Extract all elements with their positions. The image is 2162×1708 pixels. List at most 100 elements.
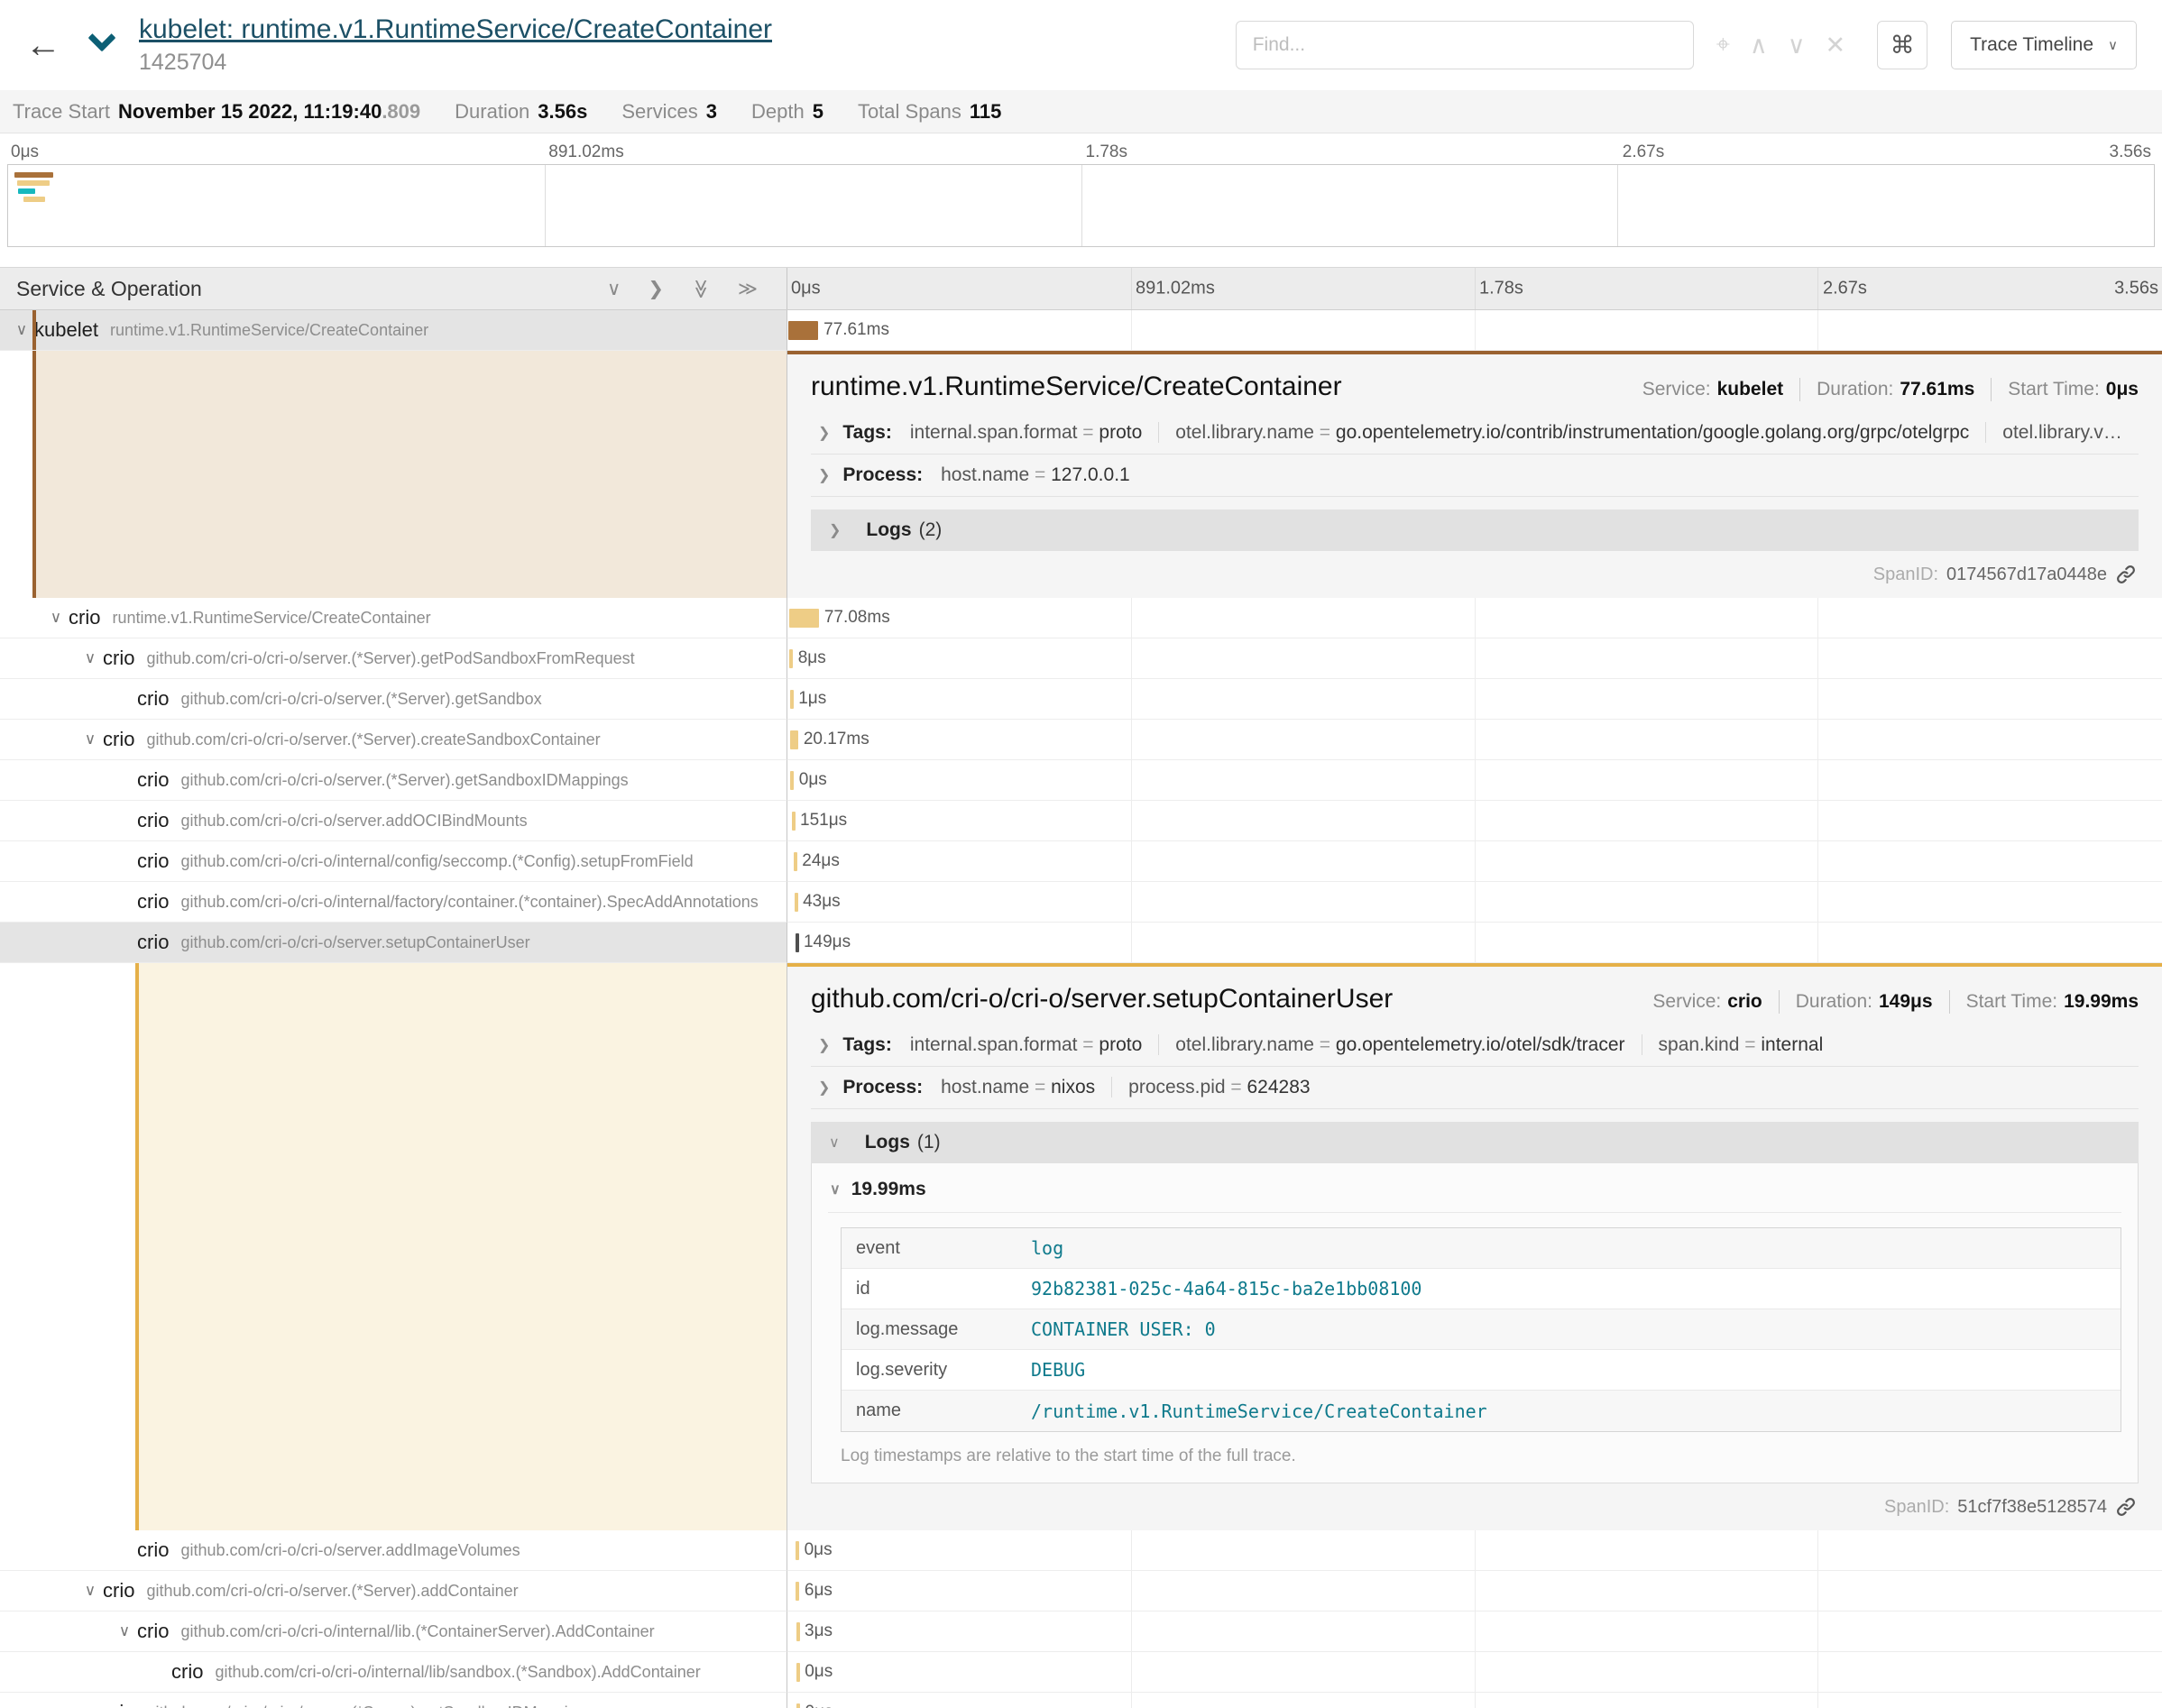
prev-result-icon[interactable]: ∧: [1740, 32, 1778, 60]
span-timeline-cell[interactable]: 0μs: [787, 760, 2162, 801]
process-row[interactable]: ❯ Process: host.name = 127.0.0.1: [811, 455, 2139, 497]
expander-chevron-icon[interactable]: ∨: [112, 1622, 137, 1640]
expand-all-icon[interactable]: ≫: [738, 280, 758, 298]
span-bar[interactable]: [789, 609, 819, 628]
span-bar[interactable]: [796, 1622, 800, 1641]
span-bar[interactable]: [790, 771, 794, 790]
span-bar[interactable]: [789, 649, 793, 668]
span-bar[interactable]: [796, 1663, 800, 1682]
span-row[interactable]: ∨ crio github.com/cri-o/cri-o/server.add…: [0, 801, 2162, 841]
span-name-cell[interactable]: ∨ crio github.com/cri-o/cri-o/internal/l…: [0, 1612, 787, 1652]
span-row[interactable]: ∨ crio runtime.v1.RuntimeService/CreateC…: [0, 598, 2162, 638]
span-name-cell[interactable]: ∨ crio github.com/cri-o/cri-o/server.add…: [0, 1530, 787, 1571]
copy-link-icon[interactable]: [2115, 564, 2137, 585]
span-timeline-cell[interactable]: 77.08ms: [787, 598, 2162, 638]
span-row[interactable]: ∨ crio github.com/cri-o/cri-o/server.(*S…: [0, 679, 2162, 720]
keyboard-shortcuts-button[interactable]: ⌘: [1877, 21, 1927, 69]
span-name-cell[interactable]: ∨ crio github.com/cri-o/cri-o/internal/f…: [0, 882, 787, 923]
tags-row[interactable]: ❯ Tags: internal.span.format = protootel…: [811, 1024, 2139, 1067]
span-name-cell[interactable]: ∨ crio runtime.v1.RuntimeService/CreateC…: [0, 598, 787, 638]
span-timeline-cell[interactable]: 43μs: [787, 882, 2162, 923]
span-row[interactable]: ∨ crio github.com/cri-o/cri-o/server.(*S…: [0, 720, 2162, 760]
span-row[interactable]: ∨ crio github.com/cri-o/cri-o/server.(*S…: [0, 638, 2162, 679]
trace-title-link[interactable]: kubelet: runtime.v1.RuntimeService/Creat…: [139, 14, 772, 46]
span-name-cell[interactable]: ∨ crio github.com/cri-o/cri-o/server.add…: [0, 801, 787, 841]
span-timeline-cell[interactable]: 1μs: [787, 679, 2162, 720]
expander-chevron-icon[interactable]: ∨: [9, 321, 34, 339]
copy-link-icon[interactable]: [2115, 1496, 2137, 1518]
expander-chevron-icon[interactable]: ∨: [78, 649, 103, 667]
expand-one-icon[interactable]: ❯: [648, 280, 664, 298]
span-timeline-cell[interactable]: 0μs: [787, 1530, 2162, 1571]
span-bar[interactable]: [788, 321, 818, 340]
collapse-one-icon[interactable]: ∨: [607, 280, 621, 298]
span-bar[interactable]: [796, 1582, 799, 1601]
span-bar[interactable]: [796, 1703, 800, 1708]
span-bar[interactable]: [790, 730, 798, 749]
back-icon[interactable]: ←: [25, 25, 61, 66]
span-bar[interactable]: [794, 852, 797, 871]
tag-item: otel.library.v…: [1985, 422, 2122, 443]
span-row[interactable]: ∨ kubelet runtime.v1.RuntimeService/Crea…: [0, 310, 2162, 351]
span-timeline-cell[interactable]: 0μs: [787, 1652, 2162, 1693]
span-name-cell[interactable]: ∨ kubelet runtime.v1.RuntimeService/Crea…: [0, 310, 787, 351]
span-name-cell[interactable]: ∨ crio github.com/cri-o/cri-o/internal/c…: [0, 841, 787, 882]
span-timeline-cell[interactable]: 77.61ms: [787, 310, 2162, 351]
service-name: crio: [137, 809, 169, 832]
minimap-canvas[interactable]: [7, 164, 2155, 247]
expander-chevron-icon[interactable]: ∨: [78, 730, 103, 748]
view-type-selector[interactable]: Trace Timeline ∨: [1951, 21, 2137, 69]
span-detail-indent-fill: [135, 963, 787, 1530]
duration-label: Duration:: [1796, 991, 1872, 1013]
clear-search-icon[interactable]: ✕: [1815, 32, 1855, 60]
span-row[interactable]: ∨ crio github.com/cri-o/cri-o/server.(*S…: [0, 1693, 2162, 1708]
span-row[interactable]: ∨ crio github.com/cri-o/cri-o/server.set…: [0, 923, 2162, 963]
span-timeline-cell[interactable]: 20.17ms: [787, 720, 2162, 760]
expander-chevron-icon[interactable]: ∨: [43, 609, 69, 627]
log-field-key: event: [842, 1238, 1022, 1259]
process-row[interactable]: ❯ Process: host.name = nixosprocess.pid …: [811, 1067, 2139, 1109]
expander-chevron-icon[interactable]: ∨: [78, 1582, 103, 1600]
chevron-right-icon: ❯: [818, 1036, 830, 1054]
span-name-cell[interactable]: ∨ crio github.com/cri-o/cri-o/server.(*S…: [0, 679, 787, 720]
span-name-cell[interactable]: ∨ crio github.com/cri-o/cri-o/server.(*S…: [0, 638, 787, 679]
span-bar[interactable]: [796, 933, 799, 952]
span-timeline-cell[interactable]: 6μs: [787, 1571, 2162, 1612]
span-timeline-cell[interactable]: 151μs: [787, 801, 2162, 841]
span-name-cell[interactable]: ∨ crio github.com/cri-o/cri-o/server.set…: [0, 923, 787, 963]
span-timeline-cell[interactable]: 3μs: [787, 1612, 2162, 1652]
span-timeline-cell[interactable]: 24μs: [787, 841, 2162, 882]
tags-row[interactable]: ❯ Tags: internal.span.format = protootel…: [811, 412, 2139, 455]
span-name-cell[interactable]: ∨ crio github.com/cri-o/cri-o/server.(*S…: [0, 720, 787, 760]
log-field-row: event log: [842, 1228, 2121, 1269]
collapse-all-icon[interactable]: ≫: [692, 279, 711, 298]
logs-accordion[interactable]: ❯ Logs (2): [811, 510, 2139, 551]
find-input[interactable]: [1236, 21, 1694, 69]
span-timeline-cell[interactable]: 149μs: [787, 923, 2162, 963]
log-entry-accordion[interactable]: ∨ 19.99ms: [828, 1167, 2121, 1213]
span-timeline-cell[interactable]: 0μs: [787, 1693, 2162, 1708]
span-name-cell[interactable]: ∨ crio github.com/cri-o/cri-o/server.(*S…: [0, 1571, 787, 1612]
next-result-icon[interactable]: ∨: [1778, 32, 1816, 60]
span-bar[interactable]: [796, 1541, 799, 1560]
span-name-cell[interactable]: ∨ crio github.com/cri-o/cri-o/server.(*S…: [0, 1693, 787, 1708]
collapse-trace-header-icon[interactable]: [87, 23, 115, 51]
span-bar[interactable]: [790, 690, 794, 709]
span-name-cell[interactable]: ∨ crio github.com/cri-o/cri-o/internal/l…: [0, 1652, 787, 1693]
span-row[interactable]: ∨ crio github.com/cri-o/cri-o/server.(*S…: [0, 1571, 2162, 1612]
span-row[interactable]: ∨ crio github.com/cri-o/cri-o/internal/l…: [0, 1652, 2162, 1693]
span-row[interactable]: ∨ crio github.com/cri-o/cri-o/internal/f…: [0, 882, 2162, 923]
span-row[interactable]: ∨ crio github.com/cri-o/cri-o/server.add…: [0, 1530, 2162, 1571]
minimap-span: [18, 188, 35, 194]
logs-accordion[interactable]: ∨ Logs (1): [811, 1122, 2139, 1163]
span-name-cell[interactable]: ∨ crio github.com/cri-o/cri-o/server.(*S…: [0, 760, 787, 801]
span-timeline-cell[interactable]: 8μs: [787, 638, 2162, 679]
span-row[interactable]: ∨ crio github.com/cri-o/cri-o/internal/c…: [0, 841, 2162, 882]
span-bar[interactable]: [792, 812, 796, 831]
log-field-value: DEBUG: [1022, 1359, 1094, 1381]
locate-span-icon[interactable]: ⌖: [1707, 31, 1740, 60]
span-row[interactable]: ∨ crio github.com/cri-o/cri-o/server.(*S…: [0, 760, 2162, 801]
span-row[interactable]: ∨ crio github.com/cri-o/cri-o/internal/l…: [0, 1612, 2162, 1652]
span-bar[interactable]: [795, 893, 798, 912]
span-detail-head: github.com/cri-o/cri-o/server.setupConta…: [811, 983, 2139, 1015]
